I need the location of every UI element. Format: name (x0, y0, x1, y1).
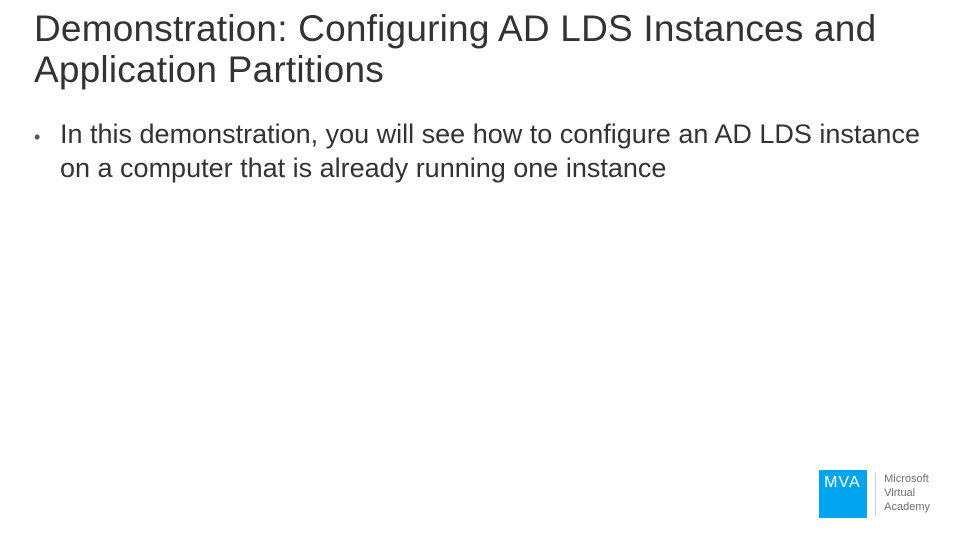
mva-line3: Academy (884, 501, 930, 515)
mva-line1: Microsoft (884, 473, 930, 487)
slide-body: • In this demonstration, you will see ho… (34, 118, 920, 186)
slide: Demonstration: Configuring AD LDS Instan… (0, 0, 960, 540)
mva-line2: Virtual (884, 487, 930, 501)
slide-title: Demonstration: Configuring AD LDS Instan… (34, 8, 920, 91)
mva-logo: MVA Microsoft Virtual Academy (819, 470, 930, 518)
mva-wordmark: Microsoft Virtual Academy (875, 472, 930, 516)
mva-badge: MVA (819, 470, 867, 518)
bullet-item: • In this demonstration, you will see ho… (34, 118, 920, 186)
bullet-dot-icon: • (34, 118, 60, 154)
bullet-text: In this demonstration, you will see how … (60, 118, 920, 186)
